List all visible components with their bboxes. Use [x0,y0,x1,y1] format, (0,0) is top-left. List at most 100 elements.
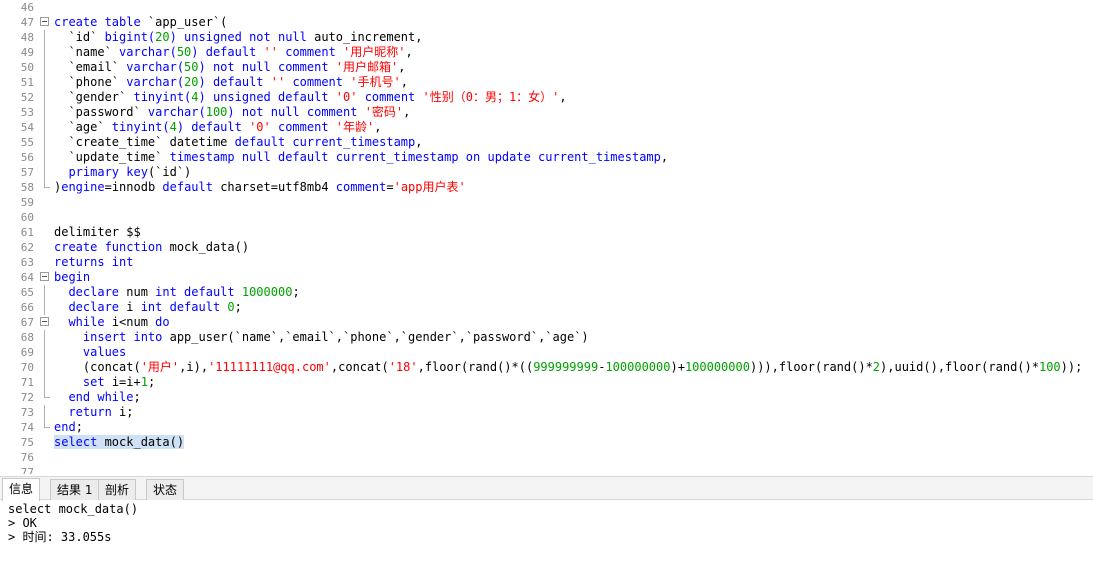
code-text: set i=i+1; [54,375,155,390]
code-line: 55 `create_time` datetime default curren… [0,135,1093,150]
code-text: returns int [54,255,133,270]
code-token: while [68,315,112,329]
code-token: tinyint( [133,90,192,104]
code-line: 48 `id` bigint(20) unsigned not null aut… [0,30,1093,45]
code-line: 60 [0,210,1093,225]
code-token: `name` [54,45,120,59]
line-number: 70 [20,361,34,374]
fold-guide [44,300,45,315]
fold-collapse-icon[interactable] [40,17,49,26]
code-text: create function mock_data() [54,240,249,255]
code-token: num [126,285,156,299]
code-token: i<num [111,315,156,329]
code-token: bigint( [104,30,156,44]
line-number: 55 [20,136,34,149]
code-text: `create_time` datetime default current_t… [54,135,422,150]
code-token: ; [292,285,300,299]
code-line: 49 `name` varchar(50) default '' comment… [0,45,1093,60]
code-token: ))),floor(rand()* [749,360,873,374]
code-token: set [82,375,112,389]
tab-result-1[interactable]: 结果 1 [50,479,100,500]
fold-end-guide [44,390,50,398]
fold-guide [44,165,45,180]
fold-guide [44,120,45,135]
code-token: create function [54,240,170,254]
code-token: (`id`) [147,165,192,179]
code-token: 20 [155,30,170,44]
code-text: delimiter $$ [54,225,141,240]
line-number: 61 [20,226,34,239]
code-token: =innodb [104,180,163,194]
code-token: `gender` [54,90,134,104]
code-text: primary key(`id`) [54,165,191,180]
code-token: ,i), [179,360,209,374]
code-token: 20 [184,75,199,89]
code-token: charset=utf8mb4 [220,180,336,194]
code-token: `create_time` datetime [54,135,235,149]
code-line: 73 return i; [0,405,1093,420]
line-number: 77 [20,466,34,474]
fold-collapse-icon[interactable] [40,272,49,281]
code-token: `password` [54,105,148,119]
code-line: 75 select mock_data() [0,435,1093,450]
line-number: 63 [20,256,34,269]
code-token: default [162,180,221,194]
code-token: comment [292,75,351,89]
code-text: values [54,345,126,360]
code-token: ; [234,300,242,314]
code-text: (concat('用户',i),'11111111@qq.com',concat… [54,360,1082,375]
code-text: create table `app_user`( [54,15,227,30]
code-token: (concat( [54,360,141,374]
code-token: 4 [191,90,199,104]
code-line: 64 begin [0,270,1093,285]
code-line: 68 insert into app_user(`name`,`email`,`… [0,330,1093,345]
code-token: 100000000 [684,360,750,374]
code-token: comment [277,120,336,134]
code-token: 0 [227,300,235,314]
code-token: , [660,150,669,164]
line-number: 65 [20,286,34,299]
code-token: declare [68,300,127,314]
code-line: 71 set i=i+1; [0,375,1093,390]
line-number: 73 [20,406,34,419]
code-line: 72 end while; [0,390,1093,405]
fold-collapse-icon[interactable] [40,317,49,326]
tab-profile[interactable]: 剖析 [98,479,137,500]
fold-guide [44,105,45,120]
line-number: 47 [20,16,34,29]
sql-editor[interactable]: 46 47 create table `app_user`(48 `id` bigi… [0,0,1093,474]
line-number: 72 [20,391,34,404]
line-number: 66 [20,301,34,314]
tab-status[interactable]: 状态 [146,479,185,500]
code-text: select mock_data() [54,435,185,450]
line-number: 76 [20,451,34,464]
code-line: 46 [0,0,1093,15]
code-text: )engine=innodb default charset=utf8mb4 c… [54,180,466,195]
code-token: return [68,405,120,419]
tab-info[interactable]: 信息 [2,478,41,501]
line-number: 46 [20,1,34,14]
code-token: '用户昵称' [343,45,406,59]
code-token: create table [54,15,148,29]
code-text: `update_time` timestamp null default cur… [54,150,668,165]
fold-guide [44,330,45,345]
line-number: 68 [20,331,34,344]
code-token: engine [61,180,105,194]
code-token: delimiter $$ [54,225,141,239]
code-token: '用户' [140,360,180,374]
code-line: 57 primary key(`id`) [0,165,1093,180]
code-token: primary key [68,165,148,179]
code-token: '年龄' [335,120,375,134]
code-token: do [155,315,170,329]
code-token: '18' [388,360,418,374]
code-token: insert into [82,330,170,344]
code-line: 61 delimiter $$ [0,225,1093,240]
line-number: 51 [20,76,34,89]
code-token: ) unsigned not null [169,30,315,44]
code-token: varchar( [119,45,177,59]
code-token: , [400,75,408,89]
